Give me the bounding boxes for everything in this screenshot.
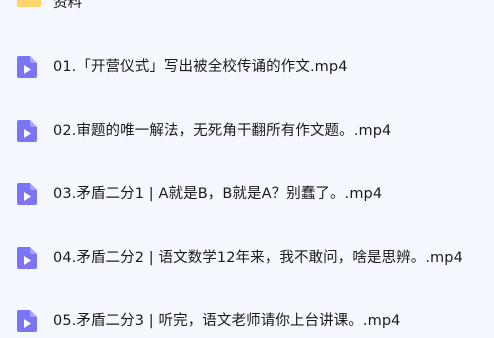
folder-icon — [17, 0, 41, 7]
file-name: 04.矛盾二分2 | 语文数学12年来，我不敢问，啥是思辨。.mp4 — [53, 250, 463, 266]
file-item-02[interactable]: 02.审题的唯一解法，无死角干翻所有作文题。.mp4 — [0, 116, 494, 146]
video-file-icon — [17, 183, 37, 205]
folder-name: 资料 — [53, 0, 82, 11]
video-file-icon — [17, 120, 37, 142]
file-name: 05.矛盾二分3 | 听完，语文老师请你上台讲课。.mp4 — [53, 313, 401, 329]
file-name: 01.「开营仪式」写出被全校传诵的作文.mp4 — [53, 59, 348, 75]
file-item-01[interactable]: 01.「开营仪式」写出被全校传诵的作文.mp4 — [0, 52, 494, 82]
folder-item[interactable]: 资料 — [0, 0, 494, 16]
file-item-03[interactable]: 03.矛盾二分1 | A就是B，B就是A？别蠢了。.mp4 — [0, 179, 494, 209]
file-item-04[interactable]: 04.矛盾二分2 | 语文数学12年来，我不敢问，啥是思辨。.mp4 — [0, 243, 494, 273]
file-name: 03.矛盾二分1 | A就是B，B就是A？别蠢了。.mp4 — [53, 186, 383, 202]
file-item-05[interactable]: 05.矛盾二分3 | 听完，语文老师请你上台讲课。.mp4 — [0, 306, 494, 336]
file-name: 02.审题的唯一解法，无死角干翻所有作文题。.mp4 — [53, 123, 392, 139]
video-file-icon — [17, 247, 37, 269]
video-file-icon — [17, 56, 37, 78]
video-file-icon — [17, 310, 37, 332]
